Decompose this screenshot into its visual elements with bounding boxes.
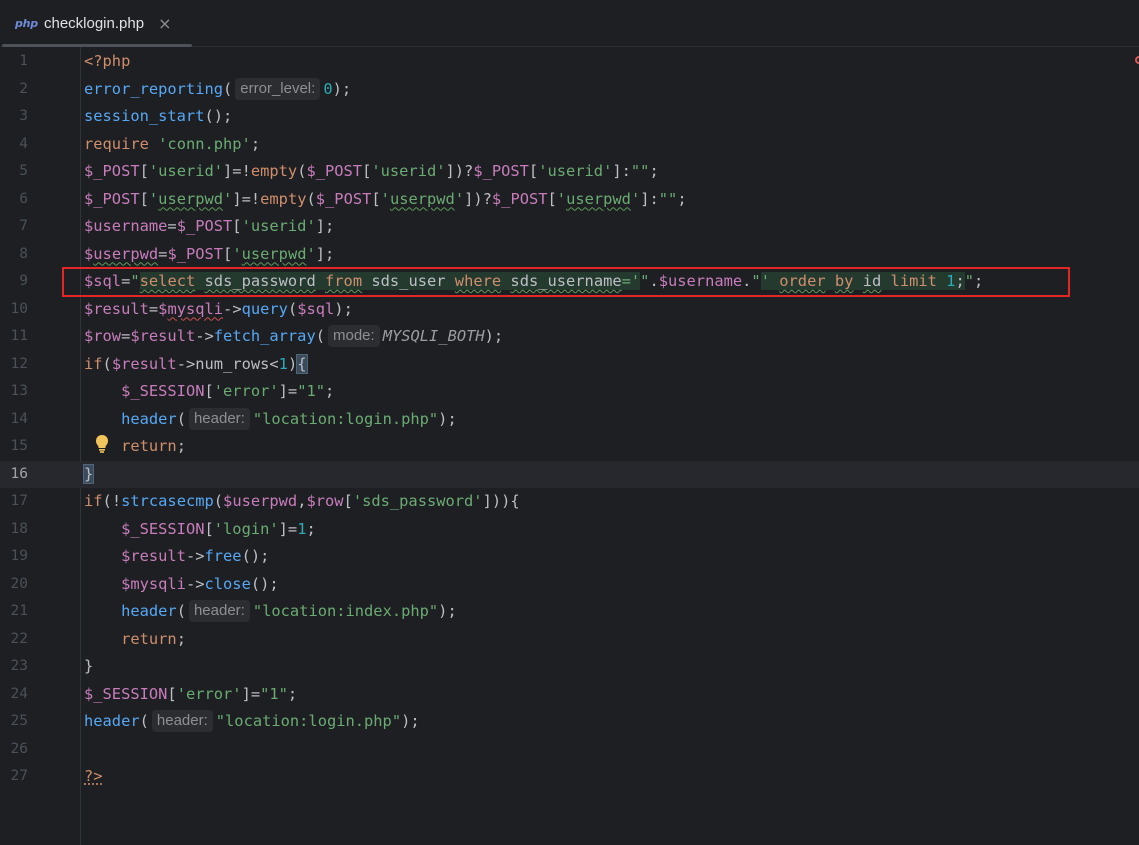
- sql-highlight-annotation: [62, 267, 1070, 297]
- code-line: 11 $row=$result->fetch_array(mode: MYSQLI_…: [0, 323, 1139, 351]
- code-line: 21 header(header: "location:index.php");: [0, 598, 1139, 626]
- code-line: 15 return;: [0, 433, 1139, 461]
- line-number: 5: [19, 163, 28, 179]
- code-line: 23}: [0, 653, 1139, 681]
- parameter-hint: mode:: [328, 325, 380, 347]
- code-line: 7 $username=$_POST['userid'];: [0, 213, 1139, 241]
- line-number: 1: [19, 53, 28, 69]
- code-line: 24 $_SESSION['error']="1";: [0, 681, 1139, 709]
- tab-title: checklogin.php: [43, 14, 145, 32]
- line-number: 18: [10, 520, 28, 537]
- line-number: 21: [10, 603, 28, 619]
- code-line: 19 $result->free();: [0, 543, 1139, 571]
- line-number: 24: [10, 685, 28, 702]
- code-line: 25 header(header: "location:login.php");: [0, 708, 1139, 736]
- line-number: 27: [10, 768, 28, 784]
- code-line: 14 header(header: "location:login.php");: [0, 406, 1139, 434]
- code-line: 5 $_POST['userid']=!empty($_POST['userid'…: [0, 158, 1139, 186]
- code-line: 2 error_reporting(error_level: 0);: [0, 76, 1139, 104]
- code-line: 26: [0, 736, 1139, 764]
- tab-checklogin[interactable]: php checklogin.php ×: [0, 0, 193, 47]
- line-number: 13: [10, 383, 28, 399]
- php-file-icon: php: [15, 16, 38, 30]
- code-line: 22 return;: [0, 626, 1139, 654]
- line-number: 22: [10, 630, 28, 647]
- line-number: 11: [10, 328, 28, 344]
- lightbulb-icon[interactable]: [94, 434, 110, 454]
- line-number: 2: [19, 80, 28, 97]
- line-number: 7: [19, 218, 28, 234]
- line-number: 3: [19, 108, 28, 124]
- code-line: 27 ?>: [0, 763, 1139, 791]
- line-number: 15: [10, 438, 28, 454]
- editor-tab-bar: php checklogin.php ×: [0, 0, 1139, 47]
- code-line: 18 $_SESSION['login']=1;: [0, 516, 1139, 544]
- code-line: 1 <?php: [0, 48, 1139, 76]
- code-editor[interactable]: 1 <?php 2 error_reporting(error_level: 0); …: [0, 48, 1139, 791]
- code-line: 17 if(!strcasecmp($userpwd,$row['sds_pass…: [0, 488, 1139, 516]
- parameter-hint: header:: [151, 710, 213, 732]
- line-number: 14: [10, 410, 28, 427]
- line-number: 9: [19, 273, 28, 289]
- parameter-hint: header:: [188, 600, 250, 622]
- line-number: 4: [19, 135, 28, 152]
- line-number: 20: [10, 575, 28, 592]
- code-line-current: 16}: [0, 460, 1139, 488]
- code-line: 6 $_POST['userpwd']=!empty($_POST['userpw…: [0, 186, 1139, 214]
- code-line: 4 require 'conn.php';: [0, 131, 1139, 159]
- parameter-hint: error_level:: [235, 77, 321, 100]
- code-line: 13 $_SESSION['error']="1";: [0, 378, 1139, 406]
- line-number: 6: [19, 190, 28, 207]
- close-icon[interactable]: ×: [158, 14, 171, 33]
- line-number: 12: [10, 355, 28, 372]
- line-number: 17: [10, 493, 28, 509]
- parameter-hint: header:: [188, 407, 250, 430]
- line-number: 8: [19, 245, 28, 262]
- line-number: 23: [10, 658, 28, 674]
- code-line: 8 $userpwd=$_POST['userpwd'];: [0, 241, 1139, 269]
- line-number: 19: [10, 548, 28, 564]
- line-number: 26: [10, 740, 28, 757]
- code-line: 10 $result=$mysqli->query($sql);: [0, 296, 1139, 324]
- line-number: 25: [10, 713, 28, 729]
- line-number: 10: [10, 300, 28, 317]
- code-line: 3 session_start();: [0, 103, 1139, 131]
- code-line: 20 $mysqli->close();: [0, 571, 1139, 599]
- code-line: 12 if($result->num_rows<1){: [0, 351, 1139, 379]
- line-number: 16: [10, 465, 28, 482]
